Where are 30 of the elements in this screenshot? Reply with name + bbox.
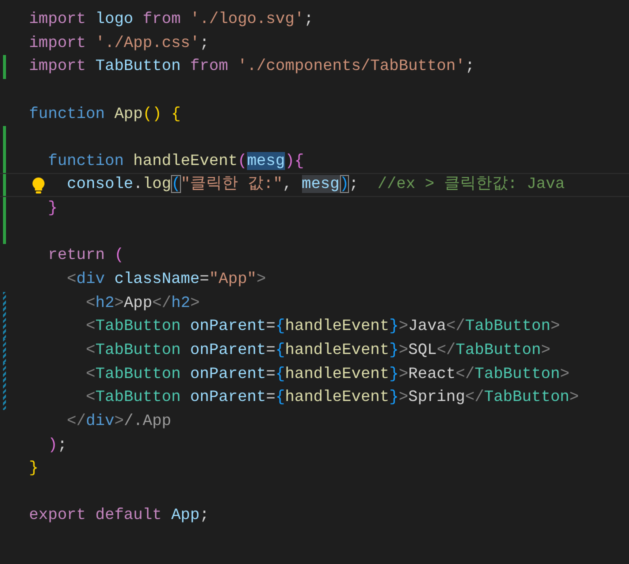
- code-line: return (: [48, 245, 124, 266]
- code-line: import './App.css';: [29, 32, 210, 54]
- code-line: console.log("클릭한 값:", mesg); //ex > 클릭한값: Java: [66, 174, 565, 196]
- code-line: export default App;: [29, 505, 210, 526]
- code-line: import TabButton from './components/TabButton';: [29, 56, 475, 78]
- code-line: }: [48, 198, 58, 220]
- lightbulb-icon[interactable]: [32, 177, 45, 194]
- code-line: </div>/.App: [66, 410, 172, 432]
- code-line: <h2>App</h2>: [86, 292, 200, 314]
- added-line-marker[interactable]: [3, 174, 6, 196]
- modified-line-marker[interactable]: [3, 315, 6, 339]
- code-line: <TabButton onParent={handleEvent}>SQL</TabButton>: [86, 340, 550, 361]
- code-line: );: [48, 434, 67, 456]
- modified-line-marker[interactable]: [3, 292, 6, 316]
- added-line-marker[interactable]: [3, 55, 6, 79]
- code-line: <TabButton onParent={handleEvent}>Spring</TabButton>: [86, 387, 579, 408]
- added-line-marker[interactable]: [3, 197, 6, 221]
- modified-line-marker[interactable]: [3, 386, 6, 410]
- code-line: <TabButton onParent={handleEvent}>React</TabButton>: [86, 364, 570, 385]
- modified-line-marker[interactable]: [3, 362, 6, 386]
- added-line-marker[interactable]: [3, 150, 6, 174]
- code-line: }: [29, 458, 38, 480]
- code-line: function handleEvent(mesg){: [48, 150, 304, 172]
- added-line-marker[interactable]: [3, 126, 6, 150]
- code-line: import logo from './logo.svg';: [29, 9, 314, 30]
- code-line: <div className="App">: [66, 269, 266, 290]
- modified-line-marker[interactable]: [3, 338, 6, 363]
- code-line: <TabButton onParent={handleEvent}>Java</TabButton>: [86, 316, 560, 338]
- code-line: function App() {: [29, 104, 181, 125]
- added-line-marker[interactable]: [3, 220, 6, 244]
